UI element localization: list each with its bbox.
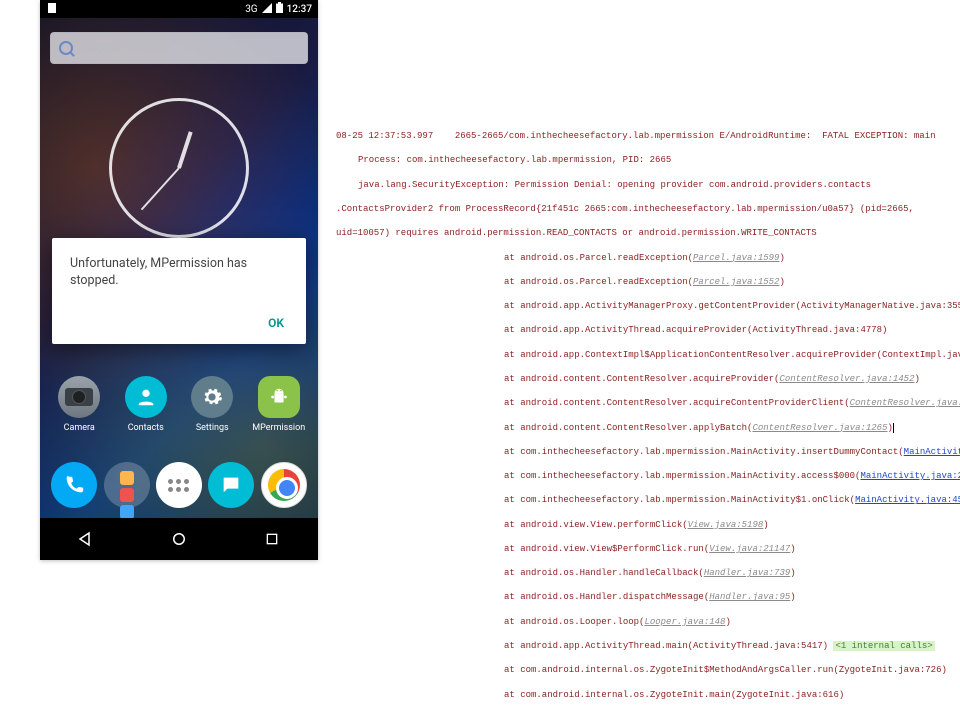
favorites-tray (40, 462, 318, 508)
logcat-output: 08-25 12:37:53.997 2665-2665/com.inthech… (336, 118, 952, 713)
app-label: Contacts (117, 423, 175, 433)
source-link[interactable]: MainActivity.java:26 (860, 471, 960, 481)
source-link[interactable]: MainActivity.java:167 (904, 447, 960, 457)
log-line: at android.content.ContentResolver.apply… (336, 422, 952, 434)
ok-button[interactable]: OK (264, 310, 288, 336)
messenger-app[interactable] (208, 462, 254, 508)
notification-icon (46, 3, 58, 16)
status-bar: 3G 12:37 (40, 0, 318, 18)
home-button[interactable] (168, 528, 190, 550)
log-line: at android.app.ContextImpl$ApplicationCo… (336, 349, 952, 361)
log-line: at android.view.View$PerformClick.run(Vi… (336, 543, 952, 555)
android-phone: 3G 12:37 Google Unfortunately, MPermissi… (40, 0, 318, 560)
log-line: at android.app.ActivityManagerProxy.getC… (336, 300, 952, 312)
app-label: MPermission (250, 423, 308, 433)
app-settings[interactable]: Settings (183, 376, 241, 433)
log-line: Process: com.inthecheesefactory.lab.mper… (336, 154, 952, 166)
app-label: Camera (50, 423, 108, 433)
home-screen: Google Unfortunately, MPermission has st… (40, 18, 318, 518)
all-apps-button[interactable] (156, 462, 202, 508)
log-line: at com.android.internal.os.ZygoteInit$Me… (336, 664, 952, 676)
app-label: Settings (183, 423, 241, 433)
log-line: at android.os.Handler.dispatchMessage(Ha… (336, 591, 952, 603)
log-line: at android.view.View.performClick(View.j… (336, 519, 952, 531)
log-line: .ContactsProvider2 from ProcessRecord{21… (336, 203, 952, 215)
contacts-icon (125, 376, 167, 418)
log-line: at android.os.Looper.loop(Looper.java:14… (336, 616, 952, 628)
log-line: at com.inthecheesefactory.lab.mpermissio… (336, 470, 952, 482)
log-line: at android.content.ContentResolver.acqui… (336, 397, 952, 409)
log-line: at android.content.ContentResolver.acqui… (336, 373, 952, 385)
google-folder[interactable] (104, 462, 150, 508)
clock-label: 12:37 (287, 4, 312, 15)
log-line: java.lang.SecurityException: Permission … (336, 179, 952, 191)
app-row: Camera Contacts Settings MPermission (40, 376, 318, 433)
log-line: at android.os.Parcel.readException(Parce… (336, 252, 952, 264)
log-line: at android.os.Parcel.readException(Parce… (336, 276, 952, 288)
battery-icon (276, 2, 283, 16)
back-button[interactable] (75, 528, 97, 550)
search-placeholder: Google (81, 41, 122, 56)
log-line: at com.inthecheesefactory.lab.mpermissio… (336, 446, 952, 458)
recents-button[interactable] (261, 528, 283, 550)
network-label: 3G (245, 4, 257, 15)
dialog-message: Unfortunately, MPermission has stopped. (70, 256, 288, 290)
google-search-bar[interactable]: Google (50, 32, 308, 64)
search-icon (59, 41, 73, 55)
navigation-bar (40, 518, 318, 560)
source-link[interactable]: MainActivity.java:45 (855, 495, 960, 505)
log-line: at android.app.ActivityThread.main(Activ… (336, 640, 952, 652)
camera-icon (58, 376, 100, 418)
log-line: at android.app.ActivityThread.acquirePro… (336, 324, 952, 336)
app-contacts[interactable]: Contacts (117, 376, 175, 433)
log-line: 08-25 12:37:53.997 2665-2665/com.inthech… (336, 130, 952, 142)
log-line: at android.os.Handler.handleCallback(Han… (336, 567, 952, 579)
app-camera[interactable]: Camera (50, 376, 108, 433)
app-mpermission[interactable]: MPermission (250, 376, 308, 433)
android-icon (258, 376, 300, 418)
log-line: at com.inthecheesefactory.lab.mpermissio… (336, 494, 952, 506)
log-line: uid=10057) requires android.permission.R… (336, 227, 952, 239)
phone-app[interactable] (51, 462, 97, 508)
log-line: at com.android.internal.os.ZygoteInit.ma… (336, 689, 952, 701)
chrome-app[interactable] (261, 462, 307, 508)
crash-dialog: Unfortunately, MPermission has stopped. … (52, 238, 306, 344)
settings-icon (191, 376, 233, 418)
signal-icon (262, 3, 272, 16)
clock-widget[interactable] (109, 98, 249, 238)
